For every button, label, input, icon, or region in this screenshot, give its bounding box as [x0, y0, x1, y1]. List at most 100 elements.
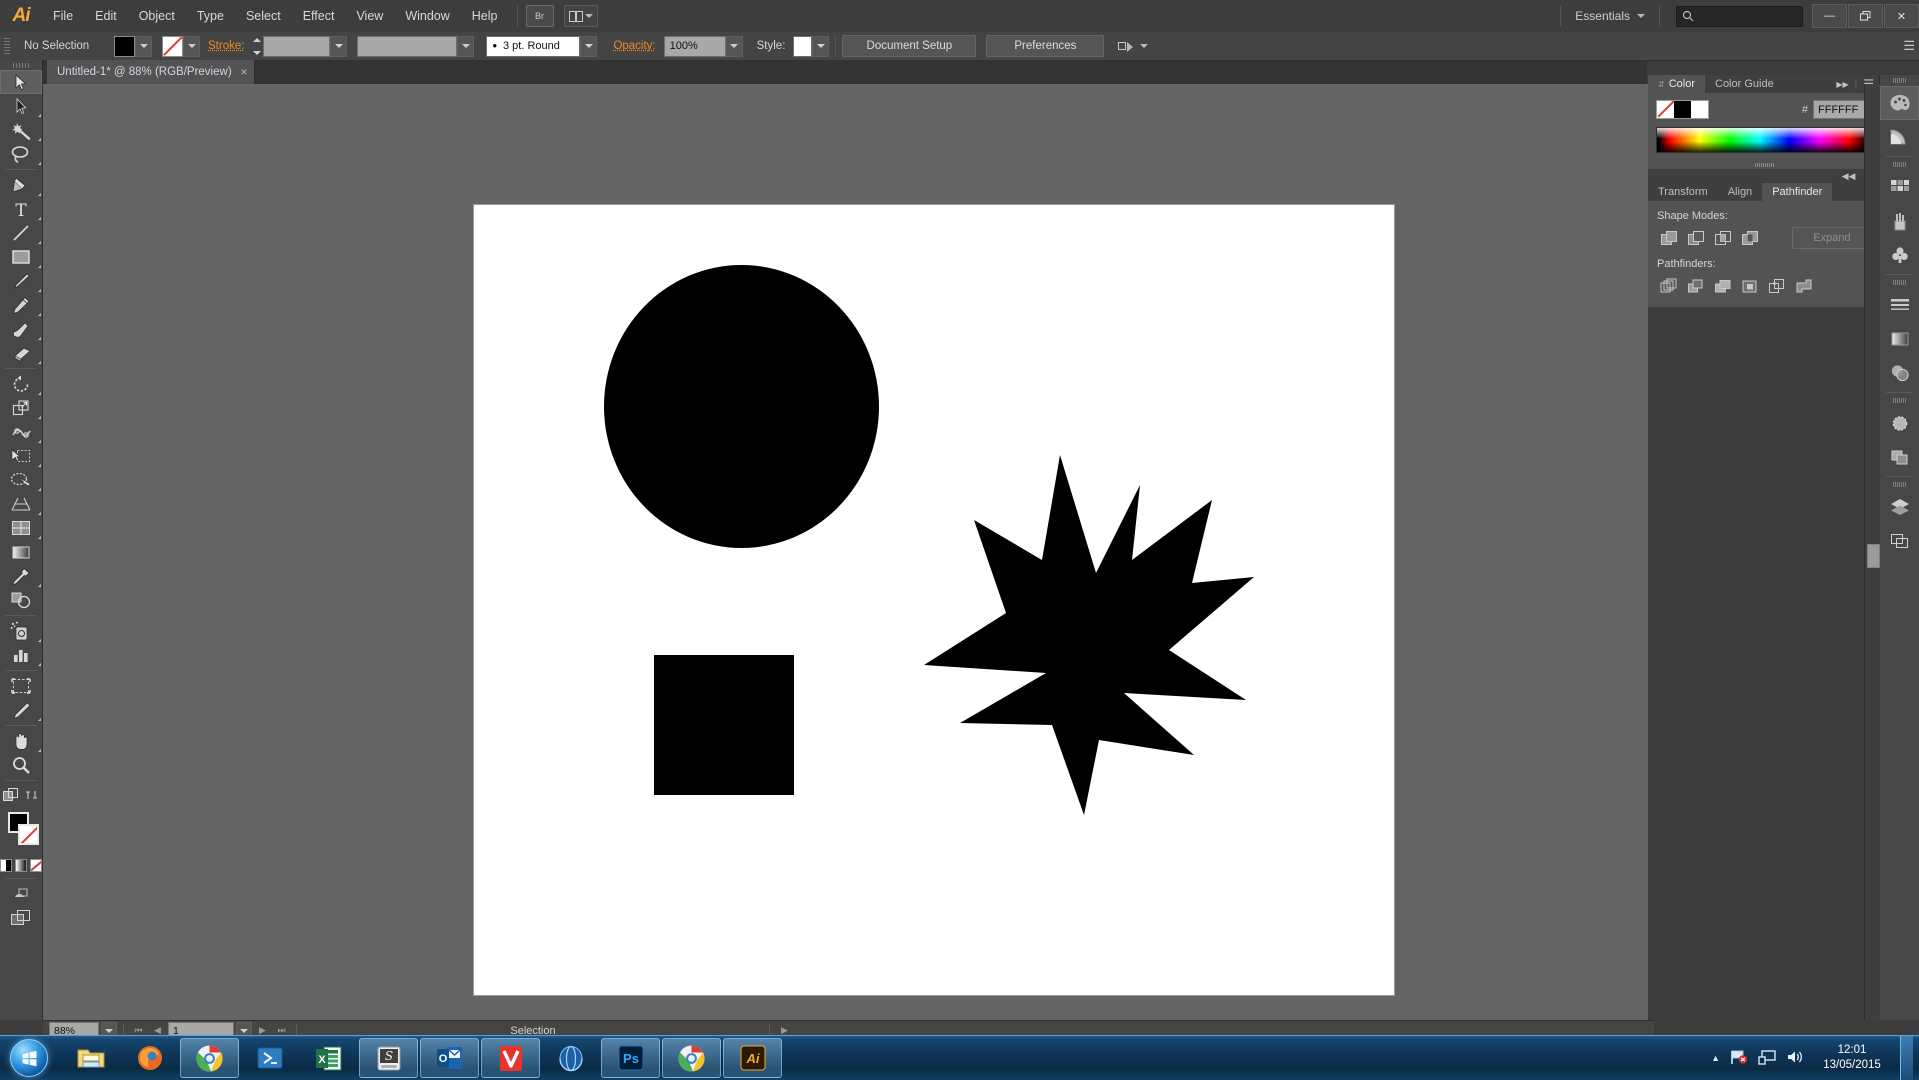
- gradient-panel-icon[interactable]: [1880, 322, 1919, 356]
- tab-color[interactable]: ⇵ Color: [1648, 75, 1705, 93]
- screen-mode-button[interactable]: [0, 906, 42, 930]
- stroke-color-swatch[interactable]: [162, 35, 183, 57]
- tool-selection[interactable]: [0, 70, 42, 94]
- opacity-field[interactable]: 100%: [663, 35, 726, 57]
- show-desktop-button[interactable]: [1900, 1036, 1913, 1080]
- intersect-button[interactable]: [1710, 227, 1736, 249]
- tool-line-segment[interactable]: [0, 221, 42, 245]
- clock[interactable]: 12:01 13/05/2015: [1814, 1043, 1890, 1073]
- network-flag-icon[interactable]: [1730, 1049, 1748, 1068]
- tray-overflow-icon[interactable]: ▲: [1711, 1053, 1720, 1063]
- document-tab[interactable]: Untitled-1* @ 88% (RGB/Preview) ×: [47, 60, 255, 84]
- brush-definition-dropdown[interactable]: [580, 35, 598, 57]
- tool-shape-builder[interactable]: [0, 468, 42, 492]
- tool-lasso[interactable]: [0, 142, 42, 166]
- tool-rotate[interactable]: [0, 372, 42, 396]
- graphic-style-dropdown[interactable]: [812, 35, 830, 57]
- color-fill-button[interactable]: [0, 859, 12, 872]
- stroke-profile-dropdown[interactable]: [457, 35, 475, 57]
- snagit-taskbar-icon[interactable]: S: [359, 1038, 418, 1078]
- close-button[interactable]: ✕: [1884, 4, 1919, 28]
- stroke-swatch[interactable]: [1691, 101, 1708, 118]
- none-swatch[interactable]: [1657, 101, 1674, 118]
- tool-direct-selection[interactable]: [0, 94, 42, 118]
- tool-gradient[interactable]: [0, 540, 42, 564]
- crop-button[interactable]: [1737, 275, 1763, 297]
- swatches-panel-icon[interactable]: [1880, 170, 1919, 204]
- color-spectrum-bar[interactable]: [1656, 127, 1872, 153]
- tab-transform[interactable]: Transform: [1648, 183, 1718, 201]
- graphic-styles-panel-icon[interactable]: [1880, 440, 1919, 474]
- tool-slice[interactable]: [0, 698, 42, 722]
- align-to-selection-icon[interactable]: [1118, 40, 1134, 53]
- rail-gripper[interactable]: [1880, 479, 1919, 490]
- start-button[interactable]: [2, 1038, 56, 1078]
- tool-eraser[interactable]: [0, 341, 42, 365]
- photoshop-taskbar-icon[interactable]: Ps: [601, 1038, 660, 1078]
- menu-select[interactable]: Select: [235, 0, 292, 32]
- control-bar-gripper[interactable]: [4, 36, 12, 56]
- star-shape[interactable]: [924, 455, 1254, 815]
- tool-paintbrush[interactable]: [0, 269, 42, 293]
- arrange-documents-button[interactable]: [563, 5, 598, 27]
- menu-object[interactable]: Object: [128, 0, 186, 32]
- search-input[interactable]: [1676, 5, 1803, 27]
- color-panel-resize-grip[interactable]: [1648, 160, 1880, 169]
- tools-panel-gripper[interactable]: [0, 60, 42, 70]
- menu-type[interactable]: Type: [186, 0, 235, 32]
- merge-button[interactable]: [1710, 275, 1736, 297]
- stroke-weight-stepper[interactable]: [252, 37, 263, 56]
- outlook-taskbar-icon[interactable]: O: [420, 1038, 479, 1078]
- rail-gripper[interactable]: [1880, 277, 1919, 288]
- transparency-panel-icon[interactable]: [1880, 356, 1919, 390]
- canvas-area[interactable]: [43, 84, 1648, 1020]
- artboards-panel-icon[interactable]: [1880, 524, 1919, 558]
- bridge-button[interactable]: Br: [525, 5, 554, 27]
- minimize-button[interactable]: —: [1812, 4, 1847, 28]
- close-icon[interactable]: ×: [241, 66, 248, 78]
- menu-window[interactable]: Window: [394, 0, 460, 32]
- file-explorer-taskbar-icon[interactable]: [62, 1039, 119, 1077]
- chrome2-taskbar-icon[interactable]: [662, 1038, 721, 1078]
- tool-perspective-grid[interactable]: [0, 492, 42, 516]
- tab-align[interactable]: Align: [1717, 183, 1763, 201]
- tool-blend[interactable]: [0, 588, 42, 612]
- collapse-dock-icon[interactable]: ◀◀: [1842, 171, 1856, 182]
- stroke-weight-label[interactable]: Stroke:: [200, 40, 252, 52]
- swap-fill-stroke-icon[interactable]: [21, 783, 42, 807]
- color-guide-panel-icon[interactable]: [1880, 120, 1919, 154]
- display-icon[interactable]: [1758, 1049, 1776, 1068]
- canvas-vertical-scrollbar[interactable]: [1864, 84, 1880, 1020]
- menu-help[interactable]: Help: [461, 0, 509, 32]
- tab-color-guide[interactable]: Color Guide: [1705, 75, 1784, 93]
- opacity-dropdown[interactable]: [725, 35, 743, 57]
- layers-panel-icon[interactable]: [1880, 490, 1919, 524]
- divide-button[interactable]: [1656, 275, 1682, 297]
- tool-pen[interactable]: [0, 173, 42, 197]
- brush-definition-field[interactable]: • 3 pt. Round: [486, 35, 581, 57]
- symbols-panel-icon[interactable]: [1880, 238, 1919, 272]
- expand-button[interactable]: Expand: [1792, 227, 1872, 249]
- tool-eyedropper[interactable]: [0, 564, 42, 588]
- chrome-taskbar-icon[interactable]: [180, 1038, 239, 1078]
- color-panel-icon[interactable]: [1880, 86, 1919, 120]
- brushes-panel-icon[interactable]: [1880, 204, 1919, 238]
- circle-shape[interactable]: [604, 265, 879, 548]
- internet-explorer-taskbar-icon[interactable]: [542, 1039, 599, 1077]
- fill-swatch[interactable]: [1674, 101, 1691, 118]
- stroke-profile-field[interactable]: [357, 35, 458, 57]
- toolbar-stroke-swatch[interactable]: [18, 824, 39, 845]
- document-setup-button[interactable]: Document Setup: [842, 35, 977, 57]
- artboard[interactable]: [473, 204, 1395, 996]
- tool-scale[interactable]: [0, 396, 42, 420]
- outline-button[interactable]: [1764, 275, 1790, 297]
- tool-blob-brush[interactable]: [0, 317, 42, 341]
- minus-front-button[interactable]: [1683, 227, 1709, 249]
- tool-hand[interactable]: [0, 729, 42, 753]
- firefox-taskbar-icon[interactable]: [121, 1039, 178, 1077]
- stroke-weight-dropdown[interactable]: [330, 35, 348, 57]
- illustrator-taskbar-icon[interactable]: Ai: [723, 1038, 782, 1078]
- gradient-fill-button[interactable]: [15, 859, 27, 872]
- fill-swatch-dropdown[interactable]: [135, 35, 152, 57]
- exclude-button[interactable]: [1737, 227, 1763, 249]
